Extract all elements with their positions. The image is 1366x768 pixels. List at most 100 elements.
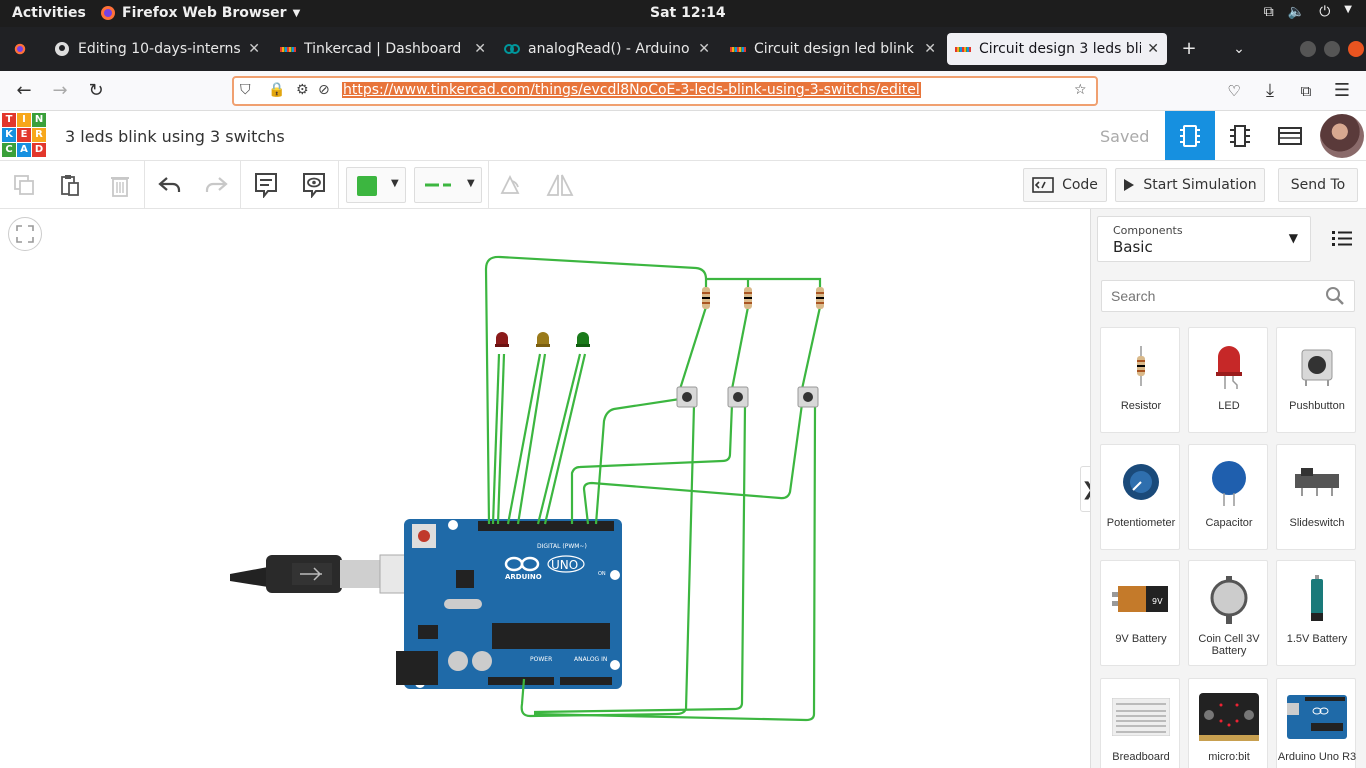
toggle-notes-visibility-button[interactable] xyxy=(300,171,328,199)
svg-text:9V: 9V xyxy=(1152,597,1163,606)
component-card-arduino-uno[interactable]: Arduino Uno R3 xyxy=(1276,678,1356,768)
component-card-9v-battery[interactable]: 9V 9V Battery xyxy=(1100,560,1180,666)
components-dropdown[interactable]: Components Basic ▼ xyxy=(1097,216,1311,262)
browser-tab[interactable]: Circuit design led blink usi ✕ xyxy=(722,33,944,65)
chevron-down-icon: ▼ xyxy=(1288,231,1298,245)
design-title[interactable]: 3 leds blink using 3 switchs xyxy=(65,127,285,146)
pushbutton[interactable] xyxy=(676,386,698,408)
pocket-icon[interactable]: ♡ xyxy=(1224,81,1244,101)
tab-title: Tinkercad | Dashboard xyxy=(304,41,462,57)
maximize-button[interactable] xyxy=(1324,41,1340,57)
wire-type-dropdown[interactable]: ▼ xyxy=(414,167,482,203)
rotate-button[interactable] xyxy=(496,171,524,199)
close-icon[interactable]: ✕ xyxy=(248,41,260,57)
component-card-coin-cell-battery[interactable]: Coin Cell 3V Battery xyxy=(1188,560,1268,666)
list-icon xyxy=(1332,231,1352,246)
close-icon[interactable]: ✕ xyxy=(924,41,936,57)
send-to-button[interactable]: Send To xyxy=(1278,168,1358,202)
forward-button[interactable]: → xyxy=(50,81,70,101)
url-text[interactable]: https://www.tinkercad.com/things/evcdl8N… xyxy=(342,82,921,98)
component-card-microbit[interactable]: micro:bit xyxy=(1188,678,1268,768)
paste-button[interactable] xyxy=(56,171,84,199)
redo-button[interactable] xyxy=(202,171,230,199)
pushbutton[interactable] xyxy=(797,386,819,408)
component-card-pushbutton[interactable]: Pushbutton xyxy=(1276,327,1356,433)
component-card-potentiometer[interactable]: Potentiometer xyxy=(1100,444,1180,550)
led-yellow[interactable] xyxy=(536,332,550,347)
component-card-1-5v-battery[interactable]: 1.5V Battery xyxy=(1276,560,1356,666)
tab-title: Editing 10-days-internship xyxy=(78,41,242,57)
tinkercad-icon xyxy=(954,41,972,57)
downloads-icon[interactable]: ⤓ xyxy=(1260,81,1280,101)
send-to-label: Send To xyxy=(1290,177,1346,193)
resistor[interactable] xyxy=(816,287,824,309)
circuit-view-button[interactable] xyxy=(1165,111,1215,160)
component-card-led[interactable]: LED xyxy=(1188,327,1268,433)
menu-icon[interactable]: ☰ xyxy=(1332,81,1352,101)
shield-icon[interactable]: ⛉ xyxy=(240,82,251,98)
copy-button[interactable] xyxy=(10,171,38,199)
bookmark-star-icon[interactable]: ☆ xyxy=(1074,82,1087,98)
new-tab-button[interactable]: + xyxy=(1179,39,1199,59)
component-card-breadboard[interactable]: Breadboard xyxy=(1100,678,1180,768)
schematic-view-button[interactable] xyxy=(1215,111,1265,160)
app-header: T I N K E R C A D 3 leds blink using 3 s… xyxy=(0,111,1366,161)
paste-icon xyxy=(61,175,79,196)
component-card-capacitor[interactable]: Capacitor xyxy=(1188,444,1268,550)
system-tray[interactable]: ⧉ 🔈 ⏻ ▼ xyxy=(1264,4,1352,20)
tab-title: analogRead() - Arduino R xyxy=(528,41,693,57)
component-name: LED xyxy=(1218,400,1240,412)
tracking-blocked-icon[interactable]: ⊘ xyxy=(318,82,330,98)
reload-button[interactable]: ↻ xyxy=(86,81,106,101)
list-view-button[interactable] xyxy=(1327,223,1357,253)
resistor[interactable] xyxy=(744,287,752,309)
circuit-canvas[interactable]: DIGITAL (PWM~) ARDUINO UNO ON POWER ANAL… xyxy=(0,209,1090,768)
flip-button[interactable] xyxy=(546,171,574,199)
logo-letter: A xyxy=(17,143,31,157)
app-menu-label: Firefox Web Browser xyxy=(122,5,287,21)
clock[interactable]: Sat 12:14 xyxy=(650,5,726,21)
led-green[interactable] xyxy=(576,332,590,347)
close-icon[interactable]: ✕ xyxy=(1147,41,1159,57)
lock-icon[interactable]: 🔒 xyxy=(268,82,285,98)
wire-type-icon xyxy=(425,183,451,187)
search-icon[interactable] xyxy=(1325,286,1345,306)
browser-tab[interactable]: Tinkercad | Dashboard ✕ xyxy=(272,33,494,65)
chevron-down-icon: ▼ xyxy=(1344,4,1352,15)
extensions-icon[interactable]: ⧉ xyxy=(1296,81,1316,101)
minimize-button[interactable] xyxy=(1300,41,1316,57)
search-input[interactable] xyxy=(1101,280,1355,312)
close-icon[interactable]: ✕ xyxy=(474,41,486,57)
tab-list-button[interactable]: ⌄ xyxy=(1229,39,1249,59)
pushbutton[interactable] xyxy=(727,386,749,408)
wire-color-dropdown[interactable]: ▼ xyxy=(346,167,406,203)
logo-letter: R xyxy=(32,128,46,142)
close-icon[interactable]: ✕ xyxy=(698,41,710,57)
browser-tab[interactable]: analogRead() - Arduino R ✕ xyxy=(496,33,718,65)
url-bar[interactable]: ⛉ 🔒 ⚙ ⊘ https://www.tinkercad.com/things… xyxy=(232,76,1098,106)
component-list-view-button[interactable] xyxy=(1265,111,1315,160)
logo-letter: D xyxy=(32,143,46,157)
user-avatar[interactable] xyxy=(1320,114,1364,158)
code-button[interactable]: Code xyxy=(1023,168,1107,202)
app-menu[interactable]: Firefox Web Browser ▼ xyxy=(100,5,300,21)
led-red[interactable] xyxy=(495,332,509,347)
component-card-slideswitch[interactable]: Slideswitch xyxy=(1276,444,1356,550)
delete-button[interactable] xyxy=(106,171,134,199)
component-card-resistor[interactable]: Resistor xyxy=(1100,327,1180,433)
back-button[interactable]: ← xyxy=(14,81,34,101)
browser-tab-active[interactable]: Circuit design 3 leds blink ✕ xyxy=(947,33,1167,65)
firefox-view-button[interactable] xyxy=(6,33,34,65)
start-simulation-button[interactable]: Start Simulation xyxy=(1115,168,1265,202)
close-window-button[interactable] xyxy=(1348,41,1364,57)
save-status: Saved xyxy=(1100,127,1150,146)
permissions-icon[interactable]: ⚙ xyxy=(296,82,309,98)
volume-icon: 🔈 xyxy=(1287,4,1306,20)
notes-button[interactable] xyxy=(252,171,280,199)
browser-tab[interactable]: Editing 10-days-internship ✕ xyxy=(46,33,268,65)
undo-button[interactable] xyxy=(156,171,184,199)
resistor[interactable] xyxy=(702,287,710,309)
activities-button[interactable]: Activities xyxy=(12,5,86,21)
arduino-uno-board[interactable]: DIGITAL (PWM~) ARDUINO UNO ON POWER ANAL… xyxy=(396,519,622,689)
tinkercad-logo[interactable]: T I N K E R C A D xyxy=(2,113,46,157)
